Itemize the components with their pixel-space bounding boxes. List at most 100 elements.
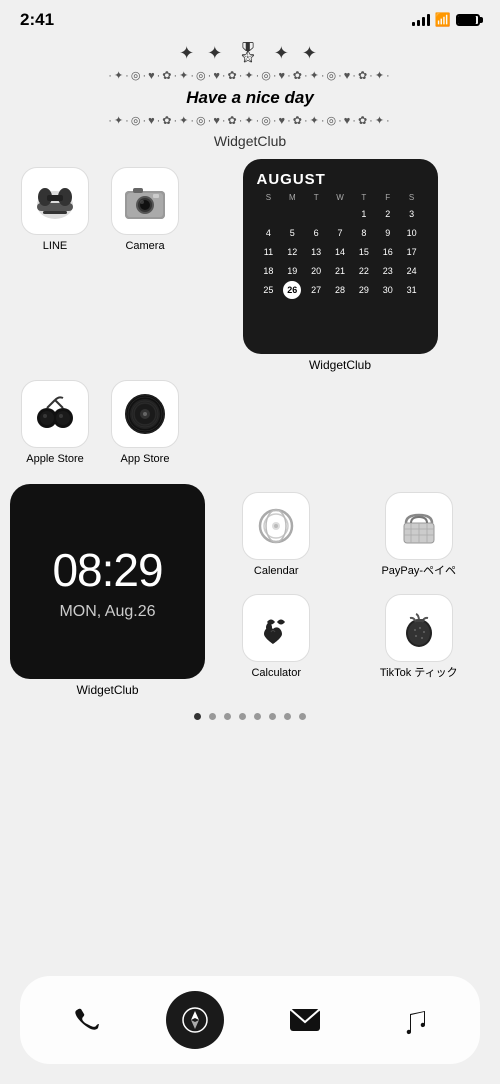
calendar-widget-label: WidgetClub	[309, 358, 371, 372]
cal-day: 24	[400, 262, 424, 280]
calendar-app-icon	[242, 492, 310, 560]
row1: LINE Camera AUGUST S M T	[0, 159, 500, 372]
dock-item-music[interactable]	[386, 991, 444, 1049]
wifi-icon: 📶	[435, 12, 451, 28]
calendar-widget[interactable]: AUGUST S M T W T F S 1234567891011121314…	[243, 159, 438, 354]
apple-store-icon	[21, 380, 89, 448]
cal-day: 17	[400, 243, 424, 261]
cal-day: 9	[376, 224, 400, 242]
cal-day: 7	[328, 224, 352, 242]
app-item-app-store[interactable]: App Store	[100, 372, 190, 474]
nice-day-text: Have a nice day	[0, 88, 500, 108]
cal-day: 6	[304, 224, 328, 242]
cal-day: 14	[328, 243, 352, 261]
status-time: 2:41	[20, 10, 54, 30]
right-apps-grid: Calendar PayPay	[205, 484, 490, 688]
tiktok-icon	[385, 594, 453, 662]
cal-day: 8	[352, 224, 376, 242]
row2: Apple Store App Store	[0, 372, 500, 478]
app-store-icon	[111, 380, 179, 448]
calculator-label: Calculator	[251, 667, 301, 680]
page-dot[interactable]	[224, 713, 231, 720]
deco-line-1: ·✦·◎·♥·✿·✦·◎·♥·✿·✦·◎·♥·✿·✦·◎·♥·✿·✦·	[0, 69, 500, 82]
page-dot[interactable]	[269, 713, 276, 720]
app-item-line[interactable]: LINE	[10, 159, 100, 261]
status-bar: 2:41 📶	[0, 0, 500, 36]
cal-day	[304, 205, 328, 223]
widget-club-header-label: WidgetClub	[0, 133, 500, 149]
cal-day: 3	[400, 205, 424, 223]
cal-day: 10	[400, 224, 424, 242]
page-dot[interactable]	[299, 713, 306, 720]
dock	[20, 976, 480, 1064]
clock-widget-container: 08:29 MON, Aug.26 WidgetClub	[10, 484, 205, 697]
dock-item-phone[interactable]	[56, 991, 114, 1049]
cal-day: 5	[280, 224, 304, 242]
deco-header: ✦ ✦ 🎖 ✦ ✦ ·✦·◎·♥·✿·✦·◎·♥·✿·✦·◎·♥·✿·✦·◎·♥…	[0, 36, 500, 159]
app-item-camera[interactable]: Camera	[100, 159, 190, 261]
dock-item-mail[interactable]	[276, 991, 334, 1049]
cal-day	[328, 205, 352, 223]
calendar-widget-container: AUGUST S M T W T F S 1234567891011121314…	[190, 159, 490, 372]
calendar-app-label: Calendar	[254, 565, 299, 578]
cal-day: 30	[376, 281, 400, 299]
signal-bars-icon	[412, 14, 430, 26]
camera-label: Camera	[125, 240, 164, 253]
battery-icon	[456, 14, 480, 26]
clock-date: MON, Aug.26	[59, 603, 155, 621]
paypay-icon	[385, 492, 453, 560]
camera-icon	[111, 167, 179, 235]
clock-time: 08:29	[52, 543, 162, 597]
cal-day	[280, 205, 304, 223]
page-dot[interactable]	[254, 713, 261, 720]
app-item-calculator[interactable]: Calculator	[205, 586, 348, 688]
widgets-row: 08:29 MON, Aug.26 WidgetClub Calendar	[0, 478, 500, 703]
deco-line-2: ·✦·◎·♥·✿·✦·◎·♥·✿·✦·◎·♥·✿·✦·◎·♥·✿·✦·	[0, 114, 500, 127]
cal-day: 12	[280, 243, 304, 261]
app-item-apple-store[interactable]: Apple Store	[10, 372, 100, 474]
cal-day: 25	[257, 281, 281, 299]
page-dot[interactable]	[284, 713, 291, 720]
cal-day: 26	[283, 281, 301, 299]
cal-day: 21	[328, 262, 352, 280]
cal-day: 1	[352, 205, 376, 223]
cal-day: 19	[280, 262, 304, 280]
cal-days-header: S M T W T F S	[257, 193, 424, 202]
app-item-tiktok[interactable]: TikTok ティック	[348, 586, 491, 688]
cal-day: 16	[376, 243, 400, 261]
cal-day: 13	[304, 243, 328, 261]
bow-decoration: ✦ ✦ 🎖 ✦ ✦	[0, 40, 500, 65]
cal-day	[257, 205, 281, 223]
page-dot[interactable]	[194, 713, 201, 720]
page-dot[interactable]	[239, 713, 246, 720]
line-icon	[21, 167, 89, 235]
page-dot[interactable]	[209, 713, 216, 720]
app-item-calendar[interactable]: Calendar	[205, 484, 348, 586]
app-item-paypay[interactable]: PayPay-ペイペ	[348, 484, 491, 586]
cal-day: 23	[376, 262, 400, 280]
page-dots	[0, 713, 500, 720]
clock-widget-label: WidgetClub	[76, 683, 138, 697]
cal-day: 15	[352, 243, 376, 261]
cal-days-grid: 1234567891011121314151617181920212223242…	[257, 205, 424, 299]
line-label: LINE	[43, 240, 67, 253]
cal-day: 31	[400, 281, 424, 299]
cal-month: AUGUST	[257, 171, 424, 188]
dock-item-safari[interactable]	[166, 991, 224, 1049]
cal-day: 2	[376, 205, 400, 223]
clock-widget[interactable]: 08:29 MON, Aug.26	[10, 484, 205, 679]
tiktok-label: TikTok ティック	[380, 667, 458, 680]
cal-day: 11	[257, 243, 281, 261]
status-icons: 📶	[412, 12, 480, 28]
cal-day: 4	[257, 224, 281, 242]
cal-day: 22	[352, 262, 376, 280]
app-store-label: App Store	[121, 453, 170, 466]
apple-store-label: Apple Store	[26, 453, 83, 466]
cal-day: 18	[257, 262, 281, 280]
calculator-icon	[242, 594, 310, 662]
cal-day: 28	[328, 281, 352, 299]
cal-day: 20	[304, 262, 328, 280]
cal-day: 27	[304, 281, 328, 299]
cal-day: 29	[352, 281, 376, 299]
paypay-label: PayPay-ペイペ	[381, 565, 456, 578]
